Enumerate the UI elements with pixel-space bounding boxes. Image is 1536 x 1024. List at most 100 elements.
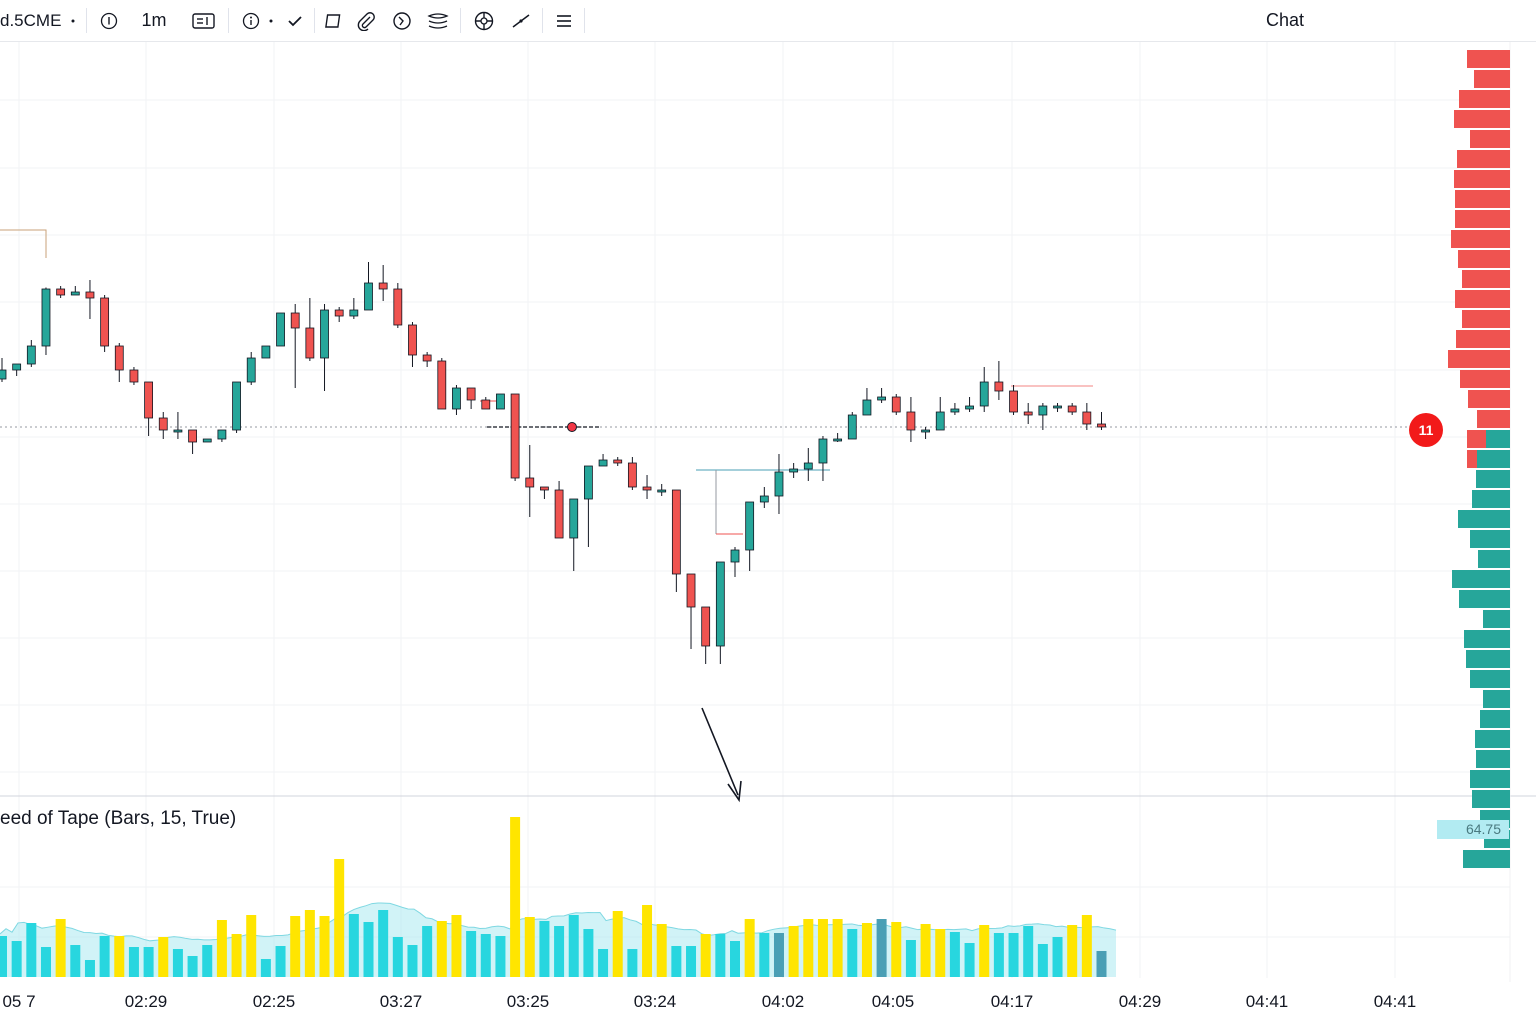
interval-selector[interactable]: 1m [132, 0, 176, 41]
speed-of-tape-pane [0, 817, 1117, 977]
rectangle-icon[interactable] [318, 0, 346, 41]
candle [569, 498, 579, 571]
volume-profile-sell-bar [1455, 190, 1510, 208]
chart-canvas[interactable] [0, 42, 1536, 1024]
speed-of-tape-bar [949, 932, 960, 977]
candle-body [158, 417, 168, 431]
speed-of-tape-bar [524, 917, 535, 977]
speed-of-tape-bar [114, 936, 125, 977]
volume-profile-sell-bar [1458, 250, 1510, 268]
volume-profile-sell-bar [1462, 310, 1510, 328]
chart-grid [0, 42, 1536, 982]
candle-body [994, 381, 1004, 392]
speed-of-tape-bar [1052, 937, 1063, 977]
candle-body [144, 381, 154, 419]
candle [671, 489, 681, 592]
candle-body [408, 324, 417, 356]
candle [877, 388, 886, 403]
volume-profile-sell-bar [1451, 230, 1510, 248]
candle-body [627, 462, 637, 488]
symbol-selector[interactable]: d.5CME [0, 0, 62, 41]
speed-of-tape-bar [348, 914, 359, 977]
volume-profile-buy-bar [1463, 850, 1510, 868]
arrow-head [727, 780, 742, 803]
candle [730, 547, 740, 577]
candle [525, 445, 535, 517]
candle-body [466, 387, 476, 401]
candle [408, 322, 417, 367]
candle [496, 393, 505, 410]
speed-of-tape-bar [1037, 944, 1048, 977]
current-price-badge[interactable]: 11 [1409, 413, 1443, 447]
candle [305, 298, 315, 361]
candle [510, 393, 520, 481]
candle-body [173, 429, 183, 433]
speed-of-tape-bar [363, 922, 374, 977]
toolbar-divider [542, 8, 543, 33]
time-axis-tick: 04:05 [871, 992, 915, 1011]
candle [789, 463, 799, 478]
candle-body [496, 393, 505, 410]
speed-of-tape-bar [642, 905, 653, 977]
volume-profile-buy-bar [1472, 490, 1510, 508]
candle-body [554, 489, 564, 539]
candle-body [393, 288, 403, 326]
indicator-label[interactable]: eed of Tape (Bars, 15, True) [0, 808, 236, 830]
candle [554, 481, 564, 539]
candlestick-series [0, 262, 1106, 664]
dot-menu-icon[interactable] [66, 0, 80, 41]
candle-body [950, 408, 960, 413]
chat-title[interactable]: Chat [1250, 0, 1320, 41]
speed-of-tape-bar [715, 934, 726, 977]
candle-body [349, 309, 359, 317]
line-tool-icon[interactable] [506, 0, 536, 41]
indicator-info-icon[interactable] [238, 0, 264, 41]
candle-body [12, 363, 22, 371]
candle [979, 367, 989, 412]
candle [320, 304, 329, 391]
candle [1082, 403, 1092, 430]
crosshair-icon[interactable] [470, 0, 498, 41]
volume-profile-buy-bar [1486, 430, 1510, 448]
speed-of-tape-bar [788, 926, 799, 977]
speed-of-tape-bar [1096, 951, 1107, 977]
checkmark-icon[interactable] [282, 0, 308, 41]
speed-of-tape-bar [202, 945, 213, 977]
candle-body [1053, 405, 1062, 409]
paperclip-icon[interactable] [352, 0, 380, 41]
candle [657, 484, 667, 496]
candle [965, 397, 974, 412]
timer-icon[interactable] [388, 0, 416, 41]
speed-of-tape-bar [11, 941, 22, 977]
bar-style-icon[interactable] [188, 0, 220, 41]
candle [818, 436, 828, 481]
candle [173, 412, 183, 439]
speed-of-tape-bar [759, 933, 770, 977]
candle [422, 352, 432, 367]
candle-body [1038, 405, 1048, 416]
layers-icon[interactable] [424, 0, 452, 41]
menu-icon[interactable] [550, 0, 578, 41]
candle-body [540, 486, 549, 491]
candle [56, 286, 66, 298]
candle-body [759, 495, 769, 503]
speed-of-tape-bar [993, 933, 1004, 977]
candle-body [877, 396, 886, 401]
indicator-value-badge: 64.75 [1437, 820, 1509, 839]
speed-of-tape-bar [84, 960, 95, 977]
candle [598, 454, 608, 467]
info-icon[interactable] [96, 0, 122, 41]
candle-body [745, 501, 755, 551]
level-marker-line [0, 229, 47, 258]
time-axis-tick: 02:25 [252, 992, 296, 1011]
speed-of-tape-bar [407, 945, 418, 977]
candle [540, 486, 549, 499]
speed-of-tape-bar [436, 921, 447, 977]
candle-body [0, 369, 7, 380]
speed-of-tape-bar [26, 923, 37, 977]
volume-profile-buy-bar [1477, 450, 1510, 468]
speed-of-tape-bar [40, 947, 51, 977]
candle-body [686, 573, 696, 608]
candle-body [1067, 405, 1077, 413]
dot-menu-icon[interactable] [264, 0, 278, 41]
